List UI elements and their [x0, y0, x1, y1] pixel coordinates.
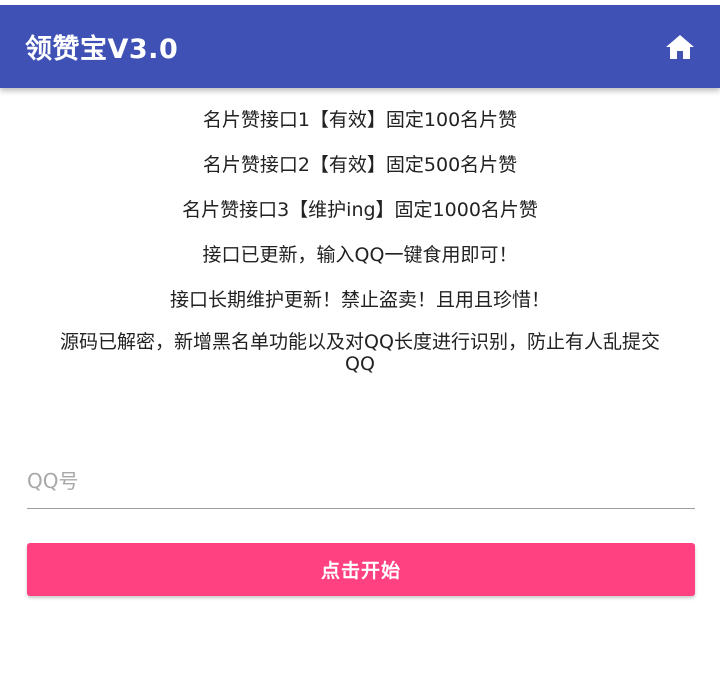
- notice-interface-3: 名片赞接口3【维护ing】固定1000名片赞: [182, 199, 538, 221]
- notice-updated: 接口已更新，输入QQ一键食用即可！: [202, 244, 518, 266]
- notice-interface-1: 名片赞接口1【有效】固定100名片赞: [202, 109, 518, 131]
- notice-interface-2: 名片赞接口2【有效】固定500名片赞: [202, 154, 518, 176]
- home-icon: [666, 34, 694, 59]
- qq-input[interactable]: [27, 458, 695, 504]
- notice-list: 名片赞接口1【有效】固定100名片赞 名片赞接口2【有效】固定500名片赞 名片…: [0, 102, 720, 375]
- app-title: 领赞宝V3.0: [25, 34, 179, 65]
- notice-maintenance: 接口长期维护更新！禁止盗卖！且用且珍惜！: [169, 289, 550, 311]
- home-button[interactable]: [664, 31, 696, 63]
- notice-source-decrypted: 源码已解密，新增黑名单功能以及对QQ长度进行识别，防止有人乱提交QQ: [60, 331, 660, 375]
- app-bar: 领赞宝V3.0: [0, 5, 720, 88]
- qq-field: [27, 458, 695, 509]
- start-button[interactable]: 点击开始: [27, 543, 695, 596]
